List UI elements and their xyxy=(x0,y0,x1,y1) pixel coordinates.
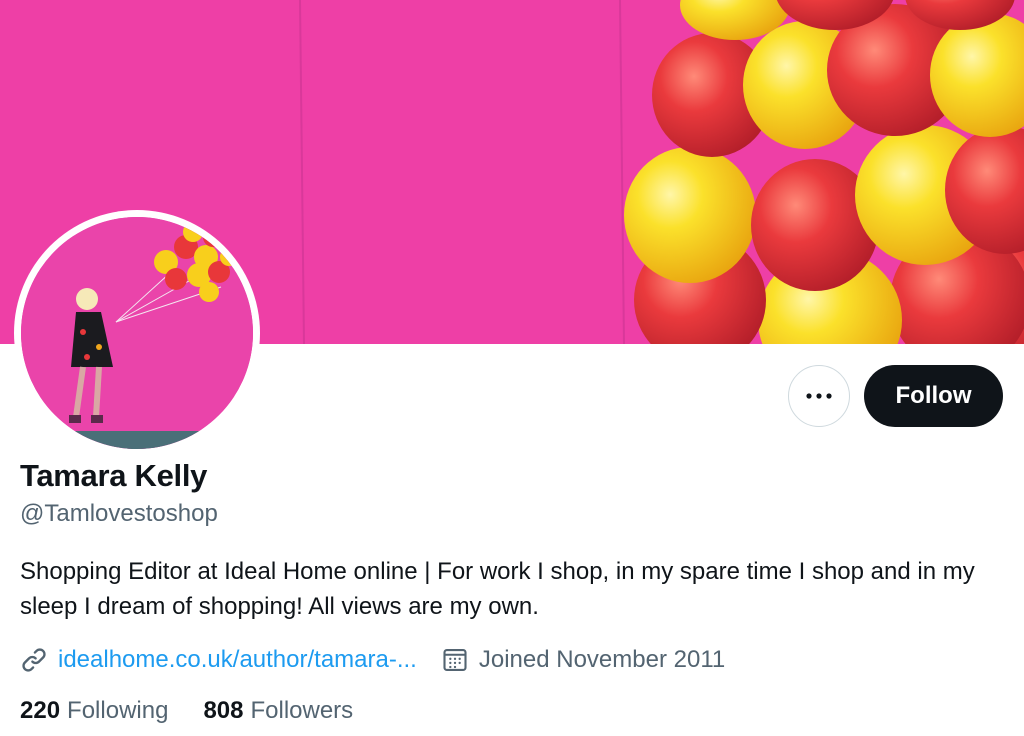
avatar-photo xyxy=(21,217,253,449)
following-stat[interactable]: 220 Following xyxy=(20,697,168,725)
following-label: Following xyxy=(67,697,169,724)
more-options-button[interactable] xyxy=(788,365,850,427)
joined-date: Joined November 2011 xyxy=(441,646,725,674)
follow-button-label: Follow xyxy=(895,382,972,409)
followers-stat[interactable]: 808 Followers xyxy=(203,697,353,725)
joined-date-text: Joined November 2011 xyxy=(478,646,726,673)
profile-name: Tamara Kelly xyxy=(20,458,208,493)
profile-bio: Shopping Editor at Ideal Home online | F… xyxy=(20,558,975,620)
avatar-illustration xyxy=(21,217,253,449)
profile-handle: @Tamlovestoshop xyxy=(20,500,218,527)
link-icon xyxy=(22,648,46,672)
profile-meta-row: idealhome.co.uk/author/tamara-... Joined… xyxy=(20,644,725,676)
following-count: 220 xyxy=(20,697,61,724)
profile-stats: 220 Following 808 Followers xyxy=(20,697,353,725)
profile-website-link[interactable]: idealhome.co.uk/author/tamara-... xyxy=(58,646,417,674)
profile-avatar[interactable] xyxy=(14,210,260,456)
followers-count: 808 xyxy=(203,697,244,724)
more-dots-icon xyxy=(806,393,832,399)
followers-label: Followers xyxy=(250,697,354,724)
follow-button[interactable]: Follow xyxy=(864,365,1003,427)
calendar-icon xyxy=(443,649,467,671)
